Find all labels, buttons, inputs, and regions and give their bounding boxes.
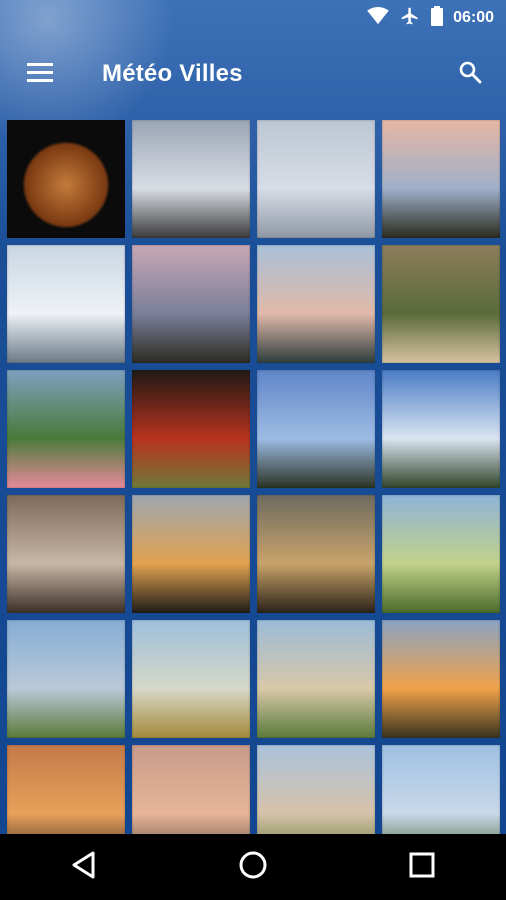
photo-thumbnail-lake-with-boats[interactable] — [257, 245, 375, 363]
wifi-icon — [367, 6, 389, 30]
status-time: 06:00 — [453, 9, 494, 26]
airplane-icon — [399, 6, 421, 31]
photo-thumbnail-full-moon[interactable] — [7, 120, 125, 238]
photo-thumbnail-tower-blue-sky[interactable] — [257, 370, 375, 488]
photo-thumbnail-field-with-trees[interactable] — [257, 620, 375, 738]
app-screen: 06:00 Météo Villes — [0, 0, 506, 834]
photo-thumbnail-green-landscape[interactable] — [382, 495, 500, 613]
back-triangle-icon — [71, 851, 97, 884]
photo-thumbnail-pink-orange-sky[interactable] — [132, 745, 250, 834]
photo-thumbnail-snowy-lake-shore[interactable] — [7, 245, 125, 363]
photo-thumbnail-sunrise-horizon[interactable] — [382, 620, 500, 738]
page-title: Météo Villes — [102, 60, 243, 87]
photo-thumbnail-pink-sunset-trees[interactable] — [132, 245, 250, 363]
photo-thumbnail-autumn-leaves[interactable] — [382, 245, 500, 363]
hamburger-menu-icon — [27, 62, 53, 87]
back-button[interactable] — [54, 837, 114, 897]
photo-thumbnail-red-ivy-leaves[interactable] — [132, 370, 250, 488]
home-button[interactable] — [223, 837, 283, 897]
photo-thumbnail-clouds-over-field[interactable] — [382, 370, 500, 488]
recents-button[interactable] — [392, 837, 452, 897]
photo-thumbnail-morning-field[interactable] — [132, 620, 250, 738]
navigation-bar — [0, 834, 506, 900]
search-icon — [458, 60, 482, 89]
photo-thumbnail-sunset-over-trees[interactable] — [382, 120, 500, 238]
recents-square-icon — [409, 852, 435, 883]
photo-thumbnail-apples-under-tree[interactable] — [7, 370, 125, 488]
app-toolbar: Météo Villes — [0, 36, 506, 112]
photo-thumbnail-wheat-plumes[interactable] — [7, 495, 125, 613]
photo-thumbnail-orange-sky[interactable] — [7, 745, 125, 834]
photo-thumbnail-pasture-with-cows[interactable] — [257, 745, 375, 834]
menu-button[interactable] — [20, 54, 60, 94]
home-circle-icon — [238, 850, 268, 885]
photo-thumbnail-birds-in-grey-sky[interactable] — [257, 120, 375, 238]
photo-thumbnail-mountain-valley[interactable] — [382, 745, 500, 834]
photo-grid — [7, 120, 500, 834]
photo-thumbnail-rainbow[interactable] — [257, 495, 375, 613]
photo-thumbnail-sunset-tree-silhouette[interactable] — [132, 495, 250, 613]
status-bar: 06:00 — [0, 0, 506, 36]
photo-thumbnail-sunrays-through-clouds[interactable] — [132, 120, 250, 238]
photo-thumbnail-hills-landscape[interactable] — [7, 620, 125, 738]
battery-icon — [431, 5, 444, 31]
search-button[interactable] — [452, 56, 488, 92]
